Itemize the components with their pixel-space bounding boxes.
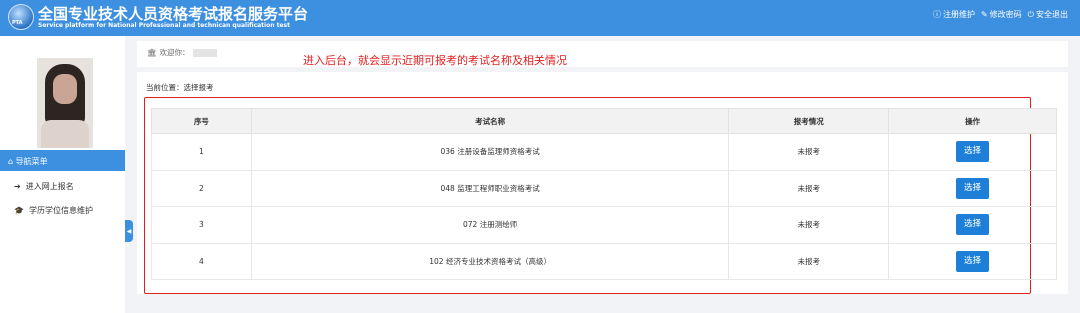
- sidebar-collapse-toggle[interactable]: ◀: [125, 220, 133, 242]
- table-row: 2 048 监理工程师职业资格考试 未报考 选择: [151, 169, 1057, 207]
- nav-header: ⌂ 导航菜单: [0, 150, 125, 171]
- select-button[interactable]: 选择: [956, 141, 990, 163]
- nav-header-label: 导航菜单: [15, 157, 48, 166]
- table-row: 1 036 注册设备监理师资格考试 未报考 选择: [151, 133, 1057, 171]
- site-title: 全国专业技术人员资格考试报名服务平台: [38, 5, 309, 23]
- registration-status: 未报考: [728, 169, 890, 207]
- pta-logo: [8, 4, 34, 30]
- avatar: [37, 58, 93, 148]
- row-no: 3: [151, 206, 252, 244]
- exam-name: 036 注册设备监理师资格考试: [250, 133, 730, 171]
- registration-status: 未报考: [728, 242, 890, 280]
- exam-name: 048 监理工程师职业资格考试: [250, 169, 730, 207]
- column-header-exam-name: 考试名称: [250, 108, 730, 134]
- exam-name: 072 注册测绘师: [250, 206, 730, 244]
- annotation-text: 进入后台，就会显示近期可报考的考试名称及相关情况: [303, 54, 567, 67]
- logout-label: 安全退出: [1036, 10, 1068, 19]
- table-row: 3 072 注册测绘师 未报考 选择: [151, 206, 1057, 244]
- register-maintain-link[interactable]: ⓘ 注册维护: [933, 9, 975, 20]
- row-no: 4: [151, 242, 252, 280]
- table-row: 4 102 经济专业技术资格考试（高级） 未报考 选择: [151, 242, 1057, 280]
- column-header-no: 序号: [151, 108, 252, 134]
- row-no: 2: [151, 169, 252, 207]
- select-button[interactable]: 选择: [956, 214, 990, 236]
- column-header-action: 操作: [888, 108, 1057, 134]
- sidebar: ⌂ 导航菜单 ➔ 进入网上报名 🎓 学历学位信息维护: [0, 36, 125, 313]
- username-redacted: [192, 48, 217, 57]
- edit-icon: ✎: [980, 10, 988, 19]
- select-button[interactable]: 选择: [956, 250, 990, 272]
- graduation-cap-icon: 🎓: [14, 205, 24, 215]
- registration-status: 未报考: [728, 206, 890, 244]
- change-password-link[interactable]: ✎ 修改密码: [981, 9, 1022, 20]
- top-header: 全国专业技术人员资格考试报名服务平台 Service platform for …: [0, 0, 1080, 36]
- logout-link[interactable]: ⏻ 安全退出: [1028, 9, 1068, 20]
- welcome-label: 欢迎你：: [159, 48, 190, 57]
- header-links: ⓘ 注册维护 ✎ 修改密码 ⏻ 安全退出: [933, 9, 1068, 20]
- breadcrumb: 当前位置：选择报考: [146, 83, 214, 92]
- home-icon: ⌂: [8, 157, 14, 166]
- table-header-row: 序号 考试名称 报考情况 操作: [151, 108, 1057, 134]
- register-maintain-label: 注册维护: [942, 10, 975, 19]
- power-icon: ⏻: [1027, 9, 1034, 19]
- column-header-status: 报考情况: [728, 108, 890, 134]
- welcome-bar: 🏛 欢迎你：: [137, 41, 1068, 67]
- sign-in-icon: ➔: [14, 181, 21, 191]
- exam-table: 序号 考试名称 报考情况 操作 1 036 注册设备监理师资格考试 未报考 选择…: [151, 108, 1057, 280]
- registration-status: 未报考: [728, 133, 890, 171]
- row-no: 1: [151, 133, 252, 171]
- sidebar-item-online-registration[interactable]: ➔ 进入网上报名: [0, 176, 125, 196]
- info-icon: ⓘ: [932, 10, 941, 19]
- change-password-label: 修改密码: [989, 10, 1022, 19]
- exam-name: 102 经济专业技术资格考试（高级）: [250, 242, 730, 280]
- site-subtitle: Service platform for National Profession…: [38, 22, 290, 29]
- sidebar-item-label: 学历学位信息维护: [28, 205, 93, 215]
- bank-icon: 🏛: [147, 48, 157, 57]
- sidebar-item-education-info[interactable]: 🎓 学历学位信息维护: [0, 200, 125, 220]
- sidebar-item-label: 进入网上报名: [25, 181, 74, 191]
- select-button[interactable]: 选择: [956, 177, 990, 199]
- welcome-text: 🏛 欢迎你：: [147, 47, 217, 58]
